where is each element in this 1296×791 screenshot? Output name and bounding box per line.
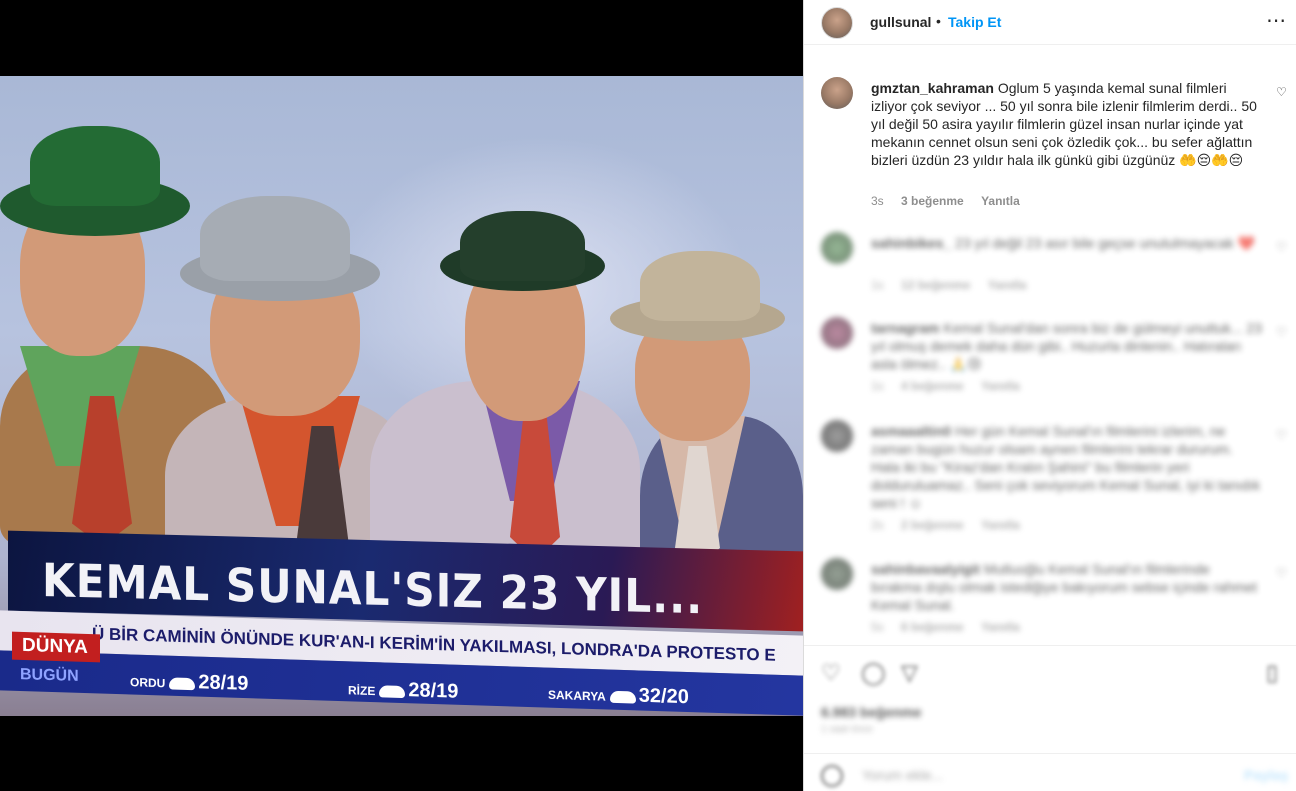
reply-button[interactable]: Yanıtla: [988, 278, 1027, 292]
post-date: 1 saat önce: [821, 724, 873, 735]
comment-meta: 1s 12 beğenme Yanıtla: [871, 278, 1040, 292]
reply-button[interactable]: Yanıtla: [981, 379, 1020, 393]
comment-likes[interactable]: 2 beğenme: [901, 518, 964, 532]
more-options-icon[interactable]: ⋯: [1266, 8, 1287, 33]
channel-tag: DÜNYA: [12, 631, 100, 663]
comment-text: tarnagram Kemal Sunal'dan sonra biz de g…: [871, 319, 1263, 373]
commenter-avatar[interactable]: [821, 317, 853, 349]
commenter-username[interactable]: tarnagram: [871, 320, 939, 336]
commenter-avatar[interactable]: [821, 77, 853, 109]
commenter-avatar[interactable]: [821, 558, 853, 590]
save-icon[interactable]: ▯: [1266, 660, 1278, 686]
comment-input[interactable]: Yorum ekle...: [862, 767, 943, 783]
comment-item: asmaaaltin0 Her gün Kemal Sunal'ın filml…: [804, 420, 1296, 540]
likes-count[interactable]: 6.983 beğenme: [821, 704, 921, 720]
comment-like-icon[interactable]: ♡: [1276, 566, 1287, 580]
comment-meta: 1s 4 beğenme Yanıtla: [871, 379, 1034, 393]
share-icon[interactable]: ▽: [901, 660, 918, 686]
separator-dot: •: [936, 13, 941, 29]
cloud-icon: [609, 690, 636, 704]
reply-button[interactable]: Yanıtla: [981, 518, 1020, 532]
comment-body: 23 yıl değil 23 asır bile geçse unutulma…: [955, 235, 1255, 251]
follow-button[interactable]: Takip Et: [948, 14, 1001, 30]
comment-time: 1s: [871, 278, 884, 292]
comment-likes[interactable]: 12 beğenme: [901, 278, 970, 292]
commenter-avatar[interactable]: [821, 420, 853, 452]
comment-text: sahinbavaalyigit Mutluoğlu Kemal Sunal'ı…: [871, 560, 1263, 614]
comment-text: asmaaaltin0 Her gün Kemal Sunal'ın filml…: [871, 422, 1263, 512]
cloud-icon: [379, 685, 406, 698]
comment-time: 3s: [871, 194, 884, 208]
emoji-icon[interactable]: [821, 765, 843, 787]
comment-time: 5s: [871, 620, 884, 634]
reply-button[interactable]: Yanıtla: [981, 194, 1020, 208]
post-header: gullsunal • Takip Et ⋯: [804, 0, 1296, 45]
post-media[interactable]: KEMAL SUNAL'SIZ 23 YIL... Ü BİR CAMİNİN …: [0, 0, 803, 791]
post-actions: ♡ ◯ ▽ ▯ 6.983 beğenme 1 saat önce Yorum …: [804, 645, 1296, 791]
commenter-username[interactable]: asmaaaltin0: [871, 423, 951, 439]
comment-item: gmztan_kahraman Oglum 5 yaşında kemal su…: [804, 77, 1296, 217]
bugun-tag: BUGÜN: [20, 666, 79, 685]
like-icon[interactable]: ♡: [821, 660, 841, 686]
reply-button[interactable]: Yanıtla: [981, 620, 1020, 634]
comment-like-icon[interactable]: ♡: [1276, 85, 1287, 99]
comment-like-icon[interactable]: ♡: [1276, 240, 1287, 254]
comment-meta: 2s 2 beğenme Yanıtla: [871, 518, 1034, 532]
tv-screen-photo: KEMAL SUNAL'SIZ 23 YIL... Ü BİR CAMİNİN …: [0, 76, 803, 716]
news-banner: KEMAL SUNAL'SIZ 23 YIL... Ü BİR CAMİNİN …: [0, 530, 803, 716]
commenter-username[interactable]: sahinbavaalyigit: [871, 561, 980, 577]
comment-meta: 3s 3 beğenme Yanıtla: [871, 194, 1034, 208]
commenter-username[interactable]: sahinbikes_: [871, 235, 951, 251]
post-sidebar: gullsunal • Takip Et ⋯ gmztan_kahraman O…: [803, 0, 1296, 791]
comment-time: 2s: [871, 518, 884, 532]
weather-ordu: ORDU 28/19: [130, 671, 249, 695]
weather-sakarya: SAKARYA 32/20: [548, 684, 689, 709]
comment-item: sahinbikes_ 23 yıl değil 23 asır bile ge…: [804, 232, 1296, 302]
person-4: [600, 246, 803, 616]
weather-rize: RİZE 28/19: [348, 679, 459, 703]
author-username[interactable]: gullsunal: [870, 14, 931, 30]
add-comment-bar: Yorum ekle... Paylaş: [804, 753, 1296, 791]
instagram-post-view: KEMAL SUNAL'SIZ 23 YIL... Ü BİR CAMİNİN …: [0, 0, 1296, 791]
comment-text: gmztan_kahraman Oglum 5 yaşında kemal su…: [871, 79, 1263, 169]
comment-likes[interactable]: 4 beğenme: [901, 379, 964, 393]
comment-icon[interactable]: ◯: [861, 660, 886, 686]
comment-likes[interactable]: 6 beğenme: [901, 620, 964, 634]
comment-item: sahinbavaalyigit Mutluoğlu Kemal Sunal'ı…: [804, 558, 1296, 638]
comment-like-icon[interactable]: ♡: [1276, 428, 1287, 442]
comment-time: 1s: [871, 379, 884, 393]
comment-item: tarnagram Kemal Sunal'dan sonra biz de g…: [804, 317, 1296, 407]
cloud-icon: [169, 677, 196, 690]
comment-text: sahinbikes_ 23 yıl değil 23 asır bile ge…: [871, 234, 1263, 252]
comment-like-icon[interactable]: ♡: [1276, 325, 1287, 339]
commenter-username[interactable]: gmztan_kahraman: [871, 80, 994, 96]
comment-likes[interactable]: 3 beğenme: [901, 194, 964, 208]
post-comment-button[interactable]: Paylaş: [1244, 767, 1288, 783]
comment-meta: 5s 6 beğenme Yanıtla: [871, 620, 1034, 634]
author-avatar[interactable]: [821, 7, 853, 39]
commenter-avatar[interactable]: [821, 232, 853, 264]
